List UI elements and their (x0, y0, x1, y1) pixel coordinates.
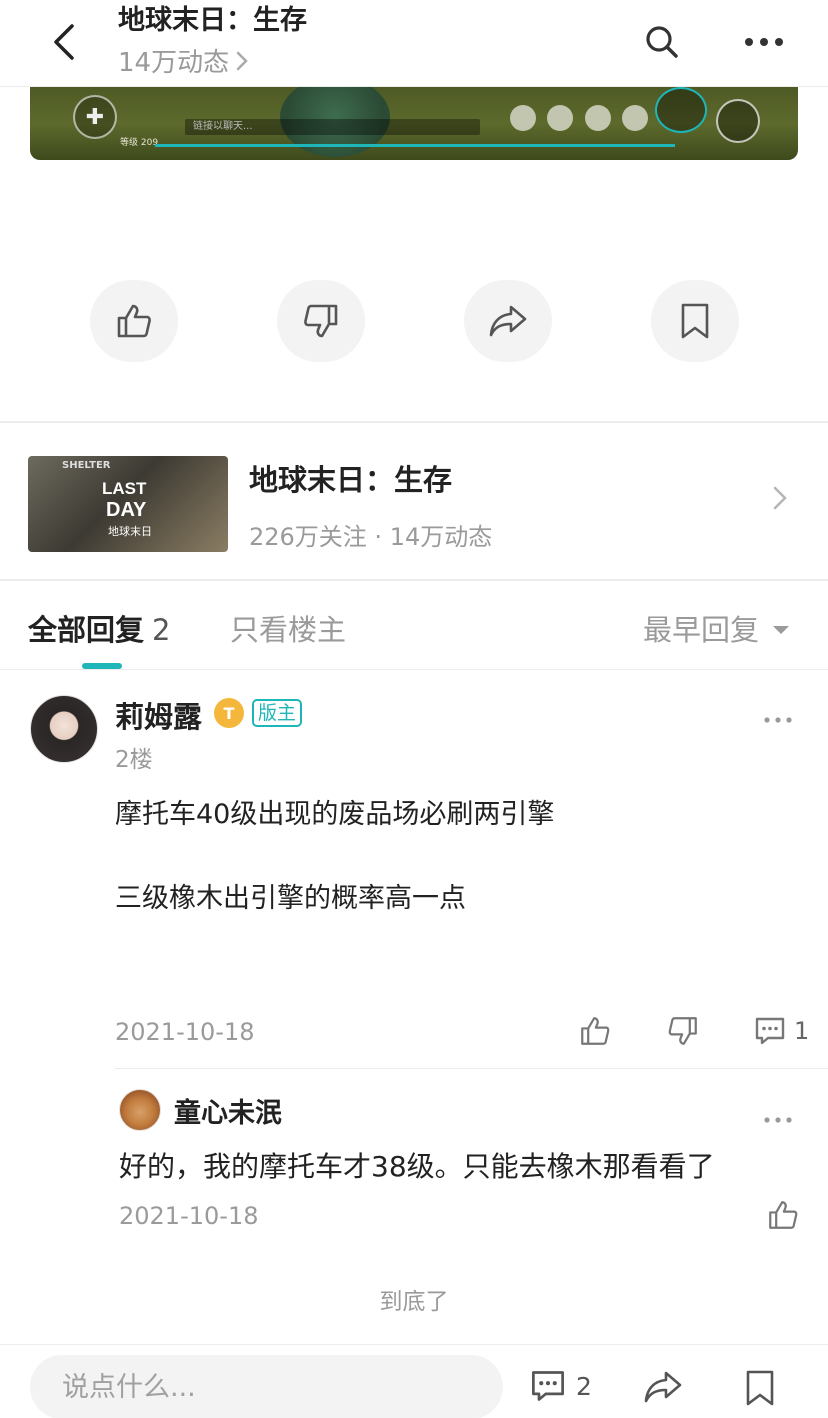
reply-text-line: 三级橡木出引擎的概率高一点 (115, 883, 466, 914)
reply-like-button[interactable] (578, 1014, 612, 1052)
reply-tabs: 全部回复 2 只看楼主 最早回复 (0, 581, 828, 670)
page-title[interactable]: 地球末日：生存 (118, 0, 307, 37)
reply-dislike-button[interactable] (666, 1014, 700, 1052)
post-count: 14万动态 (118, 48, 230, 78)
share-icon (644, 1371, 682, 1403)
share-icon (489, 305, 527, 337)
floor-number: 2楼 (115, 747, 153, 773)
thumb-logo-last: LAST (102, 479, 147, 498)
reply-author[interactable]: 莉姆露 (115, 694, 202, 736)
chat-bar: 链接以聊天... (185, 119, 480, 135)
back-icon[interactable] (42, 20, 86, 64)
game-card[interactable]: SHELTER LAST DAY 地球末日 地球末日：生存 226万关注 · 1… (0, 423, 828, 579)
bottom-bar: 2 (0, 1344, 828, 1418)
sub-reply-text: 好的，我的摩托车才38级。只能去橡木那看看了 (119, 1150, 715, 1183)
sub-reply-author[interactable]: 童心未泯 (174, 1091, 282, 1130)
dislike-button[interactable] (277, 280, 365, 362)
level-text: 等级 209 (120, 138, 159, 148)
bookmark-button[interactable] (744, 1369, 776, 1411)
reply-comment-button[interactable]: 1 (754, 1016, 809, 1046)
hand-icon (655, 87, 707, 133)
chevron-right-icon (236, 51, 248, 70)
thumbs-down-icon (668, 1017, 697, 1045)
comment-icon (532, 1371, 564, 1401)
shield-icon (510, 105, 536, 131)
sub-reply-divider (115, 1068, 828, 1069)
plus-icon: ✚ (73, 95, 117, 139)
sneak-icon (716, 99, 760, 143)
post-actions (0, 280, 828, 362)
tab-all-label: 全部回复 (28, 613, 145, 647)
end-of-list-text: 到底了 (379, 1289, 449, 1315)
caret-down-icon (773, 626, 790, 634)
comment-icon (755, 1017, 785, 1045)
like-button[interactable] (90, 280, 178, 362)
post-count-link[interactable]: 14万动态 (118, 42, 249, 79)
share-button[interactable] (642, 1369, 684, 1409)
map-icon (585, 105, 611, 131)
thumbs-down-icon (304, 304, 338, 338)
sub-reply-more-icon[interactable] (760, 1106, 796, 1134)
tab-op-only[interactable]: 只看楼主 (230, 607, 346, 649)
game-thumbnail: SHELTER LAST DAY 地球末日 (28, 456, 228, 552)
thumbs-up-icon (117, 304, 151, 338)
avatar[interactable] (30, 695, 98, 763)
reply-date: 2021-10-18 (115, 1018, 255, 1046)
post-image[interactable]: ✚ 等级 209 链接以聊天... (30, 87, 798, 160)
sub-reply-date: 2021-10-18 (119, 1202, 259, 1230)
coins-icon (547, 105, 573, 131)
chevron-right-icon (773, 486, 787, 510)
thumbs-up-icon (769, 1201, 798, 1229)
reply-text-line: 摩托车40级出现的废品场必刷两引擎 (115, 799, 555, 830)
backpack-icon (622, 105, 648, 131)
comment-count: 2 (576, 1371, 592, 1401)
thumb-logo-day: DAY (106, 499, 147, 521)
bookmark-icon (746, 1370, 774, 1406)
top-nav-bar: 地球末日：生存 14万动态 (0, 0, 828, 87)
game-stats: 226万关注 · 14万动态 (249, 523, 493, 551)
comments-button[interactable]: 2 (530, 1369, 592, 1403)
share-button[interactable] (464, 280, 552, 362)
active-tab-indicator (82, 663, 122, 669)
thumb-logo-cn: 地球末日 (108, 525, 152, 538)
xp-bar (155, 144, 675, 147)
avatar[interactable] (119, 1089, 161, 1131)
sub-reply-like-button[interactable] (766, 1198, 800, 1236)
tab-all-replies[interactable]: 全部回复 2 (28, 607, 170, 649)
reply-more-icon[interactable] (760, 706, 796, 734)
more-options-icon[interactable] (740, 20, 788, 64)
thumb-shelter-text: SHELTER (62, 460, 111, 471)
bookmark-button[interactable] (651, 280, 739, 362)
sort-label: 最早回复 (643, 613, 760, 647)
moderator-badge: 版主 (252, 699, 303, 727)
search-icon[interactable] (640, 20, 684, 64)
reply-comment-count: 1 (794, 1017, 810, 1045)
level-badge: T (214, 698, 244, 728)
comment-input[interactable] (30, 1355, 503, 1418)
thumbs-up-icon (581, 1017, 610, 1045)
sort-dropdown[interactable]: 最早回复 (643, 607, 790, 649)
tab-all-count: 2 (152, 613, 171, 647)
bookmark-icon (681, 303, 709, 339)
game-name: 地球末日：生存 (249, 463, 453, 497)
